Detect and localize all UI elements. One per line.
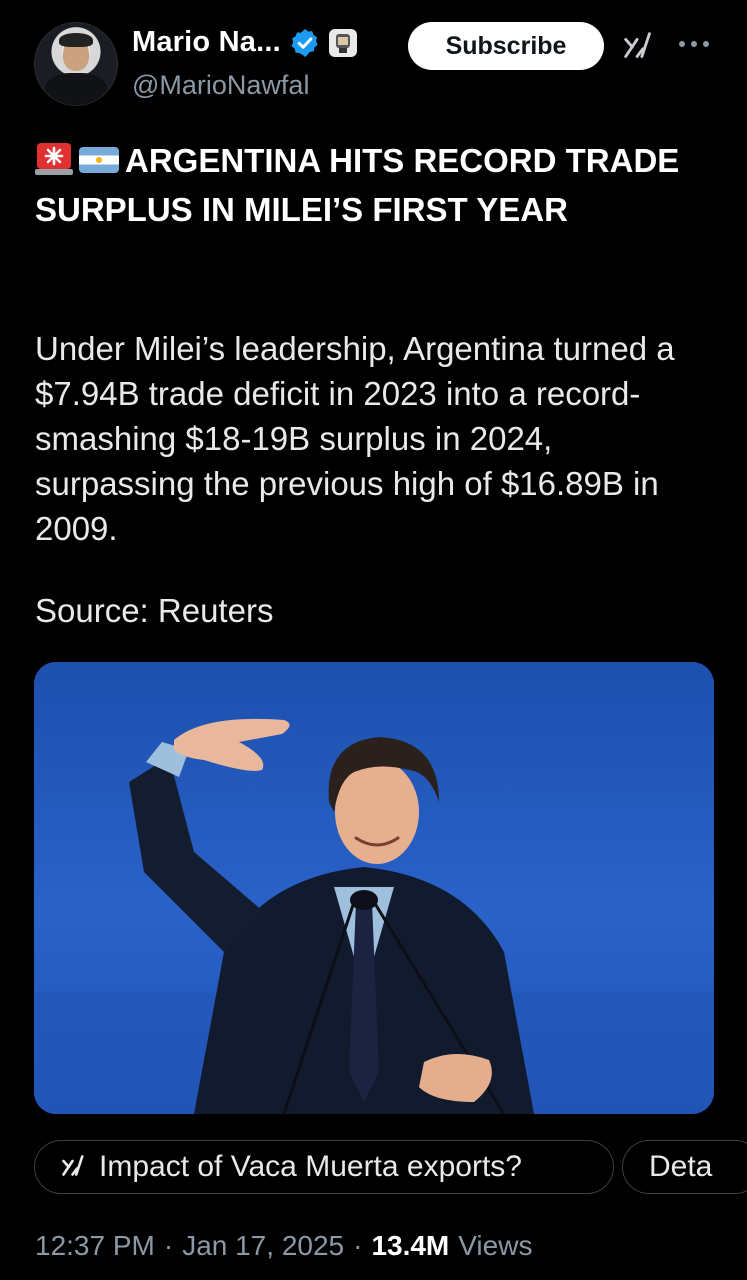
views-count[interactable]: 13.4M — [371, 1230, 449, 1262]
tweet-source: Source: Reuters — [35, 592, 274, 629]
tweet-media-image[interactable] — [34, 662, 714, 1114]
tweet-time[interactable]: 12:37 PM — [35, 1230, 155, 1262]
author-display-name[interactable]: Mario Na... — [132, 26, 281, 59]
grok-icon — [62, 1155, 84, 1176]
tweet-date[interactable]: Jan 17, 2025 — [182, 1230, 344, 1262]
siren-emoji-icon — [35, 141, 73, 187]
subscribe-button[interactable]: Subscribe — [408, 22, 604, 70]
author-avatar[interactable] — [34, 22, 118, 106]
affiliate-icon — [328, 28, 357, 57]
tweet-headline: ARGENTINA HITS RECORD TRADE SURPLUS IN M… — [35, 138, 715, 233]
tweet-body: Under Milei’s leadership, Argentina turn… — [35, 330, 675, 547]
tweet-header: Mario Na... @MarioNawfal Subscribe — [0, 0, 747, 120]
suggestion-chip-vaca-muerta[interactable]: Impact of Vaca Muerta exports? — [34, 1140, 614, 1194]
meta-separator: · — [163, 1230, 174, 1261]
grok-icon[interactable] — [620, 28, 658, 66]
more-icon[interactable] — [676, 30, 712, 60]
argentina-flag-emoji-icon — [79, 141, 119, 187]
author-handle[interactable]: @MarioNawfal — [132, 70, 309, 101]
meta-separator: · — [353, 1230, 363, 1261]
verified-badge-icon — [291, 28, 318, 57]
suggestion-chip-label: Deta — [649, 1150, 713, 1183]
suggestion-chip-details[interactable]: Deta — [622, 1140, 747, 1194]
tweet-meta: 12:37 PM · Jan 17, 2025 · 13.4M Views — [35, 1230, 532, 1262]
views-label: Views — [458, 1230, 533, 1261]
suggestion-chip-label: Impact of Vaca Muerta exports? — [99, 1150, 522, 1183]
author-name-row: Mario Na... — [132, 26, 357, 59]
grok-suggestions: Impact of Vaca Muerta exports? Deta — [34, 1140, 747, 1196]
headline-text: ARGENTINA HITS RECORD TRADE SURPLUS IN M… — [35, 142, 680, 228]
